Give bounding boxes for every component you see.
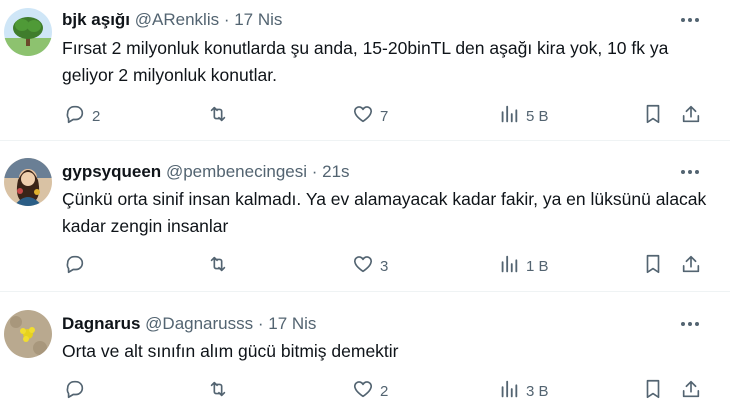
user-handle[interactable]: @Dagnarusss bbox=[145, 314, 253, 333]
tweet-text: Orta ve alt sınıfın alım gücü bitmiş dem… bbox=[62, 341, 399, 361]
display-name[interactable]: bjk aşığı bbox=[62, 10, 130, 29]
views-icon bbox=[498, 253, 520, 279]
more-icon[interactable] bbox=[678, 316, 702, 332]
tweet-actions: 2 3 B bbox=[0, 379, 730, 403]
like-count: 3 bbox=[380, 257, 389, 275]
share-button[interactable] bbox=[680, 254, 702, 278]
like-count: 7 bbox=[380, 107, 389, 125]
more-icon[interactable] bbox=[678, 164, 702, 180]
tweet-1[interactable]: bjk aşığı @ARenklis · 17 Nis Fırsat 2 mi… bbox=[0, 0, 730, 141]
share-button[interactable] bbox=[680, 104, 702, 128]
retweet-button[interactable] bbox=[207, 254, 235, 278]
views-icon bbox=[498, 103, 520, 129]
reply-button[interactable]: 2 bbox=[64, 104, 100, 128]
user-handle[interactable]: @pembenecingesi bbox=[166, 162, 307, 181]
tweet-actions: 3 1 B bbox=[0, 254, 730, 278]
share-icon bbox=[680, 253, 702, 279]
retweet-icon bbox=[207, 103, 229, 129]
avatar[interactable] bbox=[4, 8, 52, 56]
avatar[interactable] bbox=[4, 310, 52, 358]
views-button[interactable]: 1 B bbox=[498, 254, 549, 278]
views-button[interactable]: 5 B bbox=[498, 104, 549, 128]
reply-button[interactable] bbox=[64, 379, 92, 403]
retweet-icon bbox=[207, 378, 229, 404]
share-icon bbox=[680, 378, 702, 404]
tweet-actions: 2 7 5 B bbox=[0, 104, 730, 128]
heart-icon bbox=[352, 253, 374, 279]
reply-icon bbox=[64, 378, 86, 404]
views-button[interactable]: 3 B bbox=[498, 379, 549, 403]
tweet-text: Fırsat 2 milyonluk konutlarda şu anda, 1… bbox=[62, 38, 669, 85]
bookmark-button[interactable] bbox=[642, 104, 664, 128]
share-button[interactable] bbox=[680, 379, 702, 403]
like-button[interactable]: 2 bbox=[352, 379, 388, 403]
tweet-3[interactable]: Dagnarus @Dagnarusss · 17 Nis Orta ve al… bbox=[0, 292, 730, 420]
avatar[interactable] bbox=[4, 158, 52, 206]
views-icon bbox=[498, 378, 520, 404]
retweet-button[interactable] bbox=[207, 104, 235, 128]
tweet-text: Çünkü orta sinif insan kalmadı. Ya ev al… bbox=[62, 189, 707, 236]
bookmark-icon bbox=[642, 253, 664, 279]
tweet-header: bjk aşığı @ARenklis · 17 Nis bbox=[62, 10, 282, 30]
separator: · bbox=[219, 10, 235, 29]
retweet-button[interactable] bbox=[207, 379, 235, 403]
more-icon[interactable] bbox=[678, 12, 702, 28]
separator: · bbox=[307, 162, 323, 181]
reply-icon bbox=[64, 253, 86, 279]
reply-button[interactable] bbox=[64, 254, 92, 278]
timestamp[interactable]: 17 Nis bbox=[268, 314, 316, 333]
bookmark-button[interactable] bbox=[642, 379, 664, 403]
retweet-icon bbox=[207, 253, 229, 279]
heart-icon bbox=[352, 378, 374, 404]
like-button[interactable]: 3 bbox=[352, 254, 388, 278]
user-handle[interactable]: @ARenklis bbox=[135, 10, 219, 29]
bookmark-icon bbox=[642, 103, 664, 129]
timestamp[interactable]: 21s bbox=[322, 162, 349, 181]
tweet-header: gypsyqueen @pembenecingesi · 21s bbox=[62, 162, 350, 182]
timestamp[interactable]: 17 Nis bbox=[234, 10, 282, 29]
display-name[interactable]: gypsyqueen bbox=[62, 162, 161, 181]
view-count: 3 B bbox=[526, 382, 549, 400]
share-icon bbox=[680, 103, 702, 129]
bookmark-button[interactable] bbox=[642, 254, 664, 278]
like-button[interactable]: 7 bbox=[352, 104, 388, 128]
heart-icon bbox=[352, 103, 374, 129]
bookmark-icon bbox=[642, 378, 664, 404]
view-count: 1 B bbox=[526, 257, 549, 275]
reply-count: 2 bbox=[92, 107, 101, 125]
like-count: 2 bbox=[380, 382, 389, 400]
reply-icon bbox=[64, 103, 86, 129]
view-count: 5 B bbox=[526, 107, 549, 125]
separator: · bbox=[253, 314, 269, 333]
tweet-header: Dagnarus @Dagnarusss · 17 Nis bbox=[62, 314, 316, 334]
tweet-2[interactable]: gypsyqueen @pembenecingesi · 21s Çünkü o… bbox=[0, 141, 730, 292]
display-name[interactable]: Dagnarus bbox=[62, 314, 140, 333]
